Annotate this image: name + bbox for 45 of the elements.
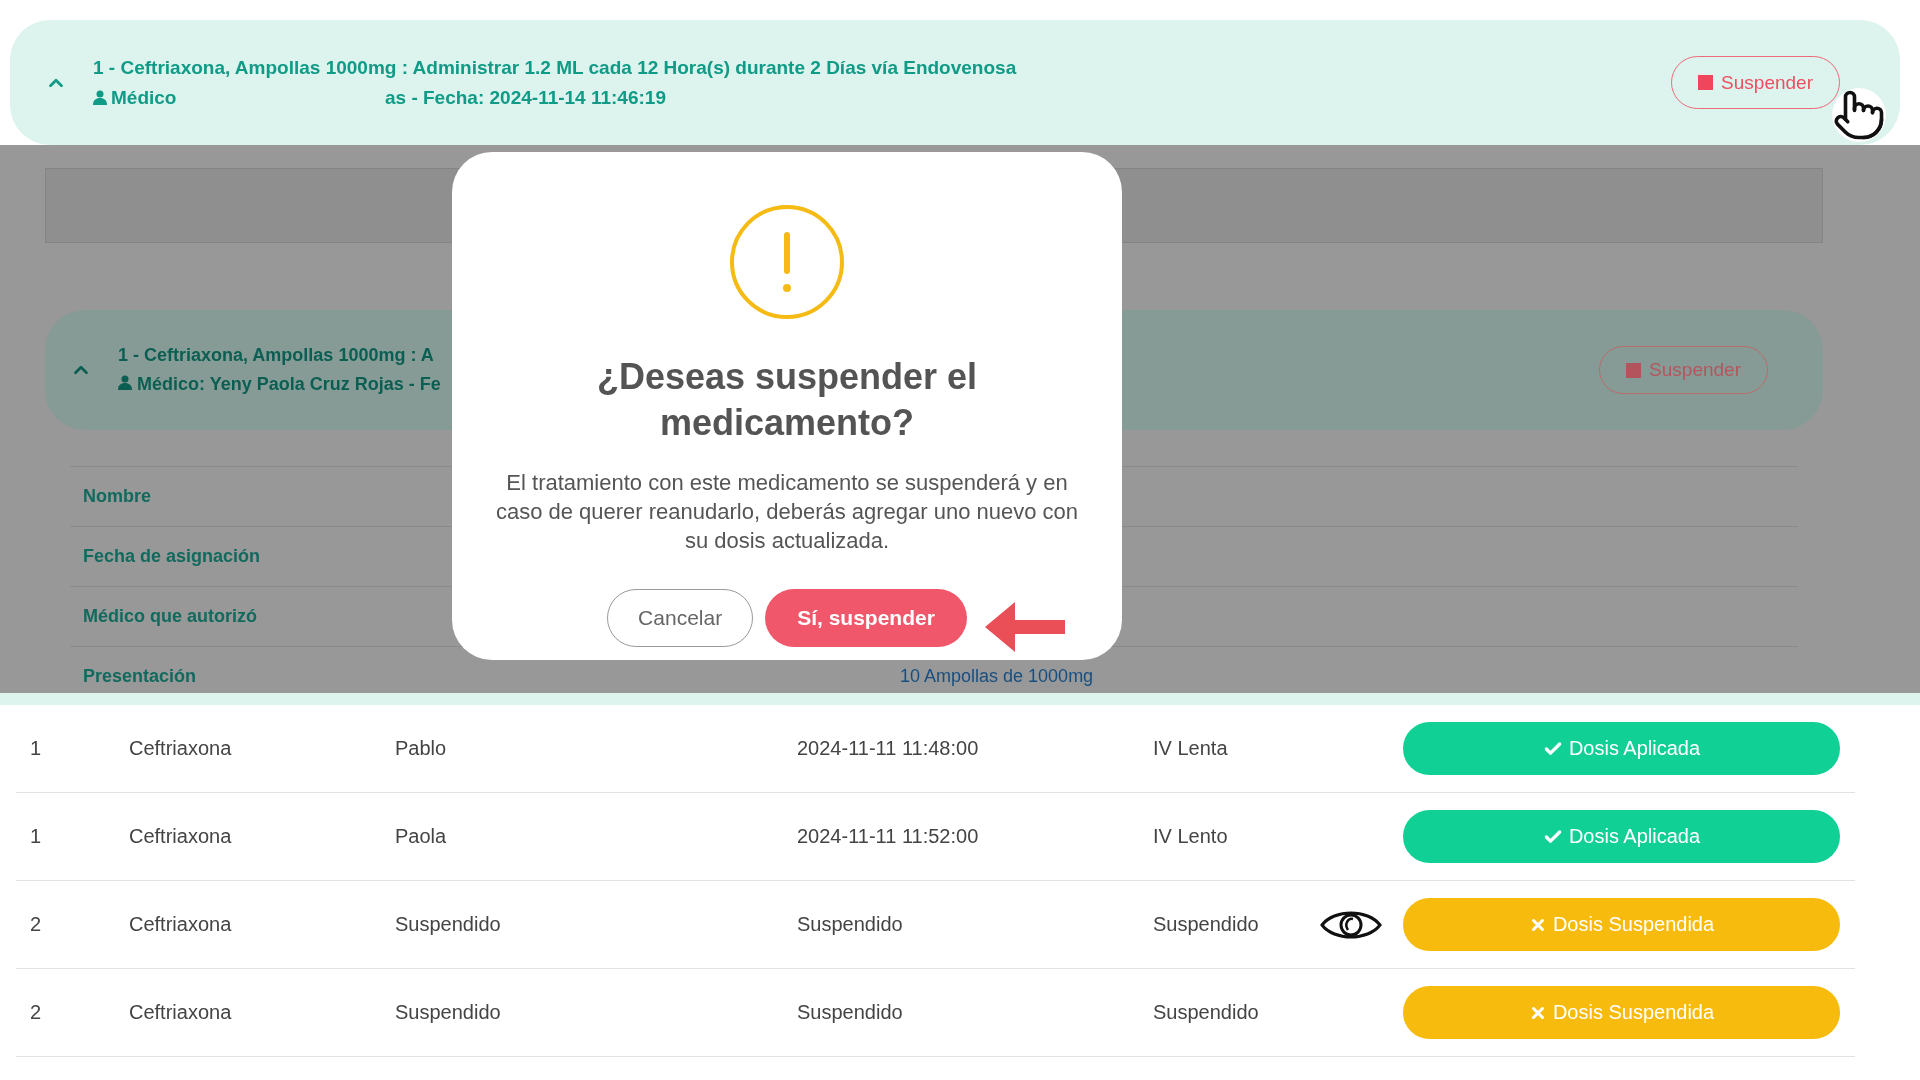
detail-label: Fecha de asignación (83, 546, 261, 566)
doctor-icon (93, 90, 107, 105)
dose-status-button[interactable]: Dosis Suspendida (1403, 898, 1840, 951)
dialog-title: ¿Deseas suspender el medicamento? (595, 355, 979, 445)
doctor-icon (118, 375, 132, 390)
drug-name: Ceftriaxona (129, 1001, 233, 1024)
drug-name: Ceftriaxona (129, 825, 233, 848)
dose-status-button[interactable]: Dosis Aplicada (1403, 722, 1840, 775)
detail-label: Presentación (83, 666, 197, 686)
cancel-button[interactable]: Cancelar (607, 589, 754, 647)
dialog-message: El tratamiento con este medicamento se suspenderá y en caso de querer reanudarlo, deberás agregar uno nuevo con su dosis actualizada. (494, 469, 1080, 555)
nurse-name: Suspendido (395, 1001, 502, 1024)
detail-value: 10 Ampollas de 1000mg (900, 666, 1094, 687)
doctor-label: Médico (93, 86, 385, 109)
arrow-icon (985, 600, 1067, 654)
route: Suspendido (1153, 913, 1260, 936)
dose-time: Suspendido (797, 913, 904, 936)
nurse-name: Suspendido (395, 913, 502, 936)
dose-number: 2 (30, 1001, 43, 1024)
dose-status-button[interactable]: Dosis Suspendida (1403, 986, 1840, 1039)
medication-title: 1 - Ceftriaxona, Ampollas 1000mg : Administrar 1.2 ML cada 12 Hora(s) durante 2 Días vía Endovenosa (93, 56, 1018, 79)
detail-label: Nombre (83, 486, 151, 506)
route: Suspendido (1153, 1001, 1260, 1024)
dose-time: Suspendido (797, 1001, 904, 1024)
dose-number: 1 (30, 825, 43, 848)
warning-icon (729, 204, 845, 320)
dose-status-button[interactable]: Dosis Aplicada (1403, 810, 1840, 863)
drug-name: Ceftriaxona (129, 737, 233, 760)
stop-icon (1626, 362, 1642, 378)
route: IV Lento (1153, 825, 1229, 848)
dose-number: 1 (30, 737, 43, 760)
confirm-button[interactable]: Sí, suspender (765, 589, 967, 647)
hand-pointer-icon (1832, 88, 1886, 142)
nurse-name: Pablo (395, 737, 448, 760)
route: IV Lenta (1153, 737, 1229, 760)
dose-time: 2024-11-11 11:52:00 (797, 825, 980, 848)
stop-icon (1698, 75, 1714, 90)
medication-title: 1 - Ceftriaxona, Ampollas 1000mg : A (118, 345, 434, 366)
drug-name: Ceftriaxona (129, 913, 233, 936)
assignment-date: as - Fecha: 2024-11-14 11:46:19 (385, 86, 666, 109)
doctor-label: Médico: Yeny Paola Cruz Rojas - Fe (118, 374, 441, 395)
nurse-name: Paola (395, 825, 448, 848)
dose-number: 2 (30, 913, 43, 936)
dose-time: 2024-11-11 11:48:00 (797, 737, 980, 760)
detail-label: Médico que autorizó (83, 606, 257, 626)
